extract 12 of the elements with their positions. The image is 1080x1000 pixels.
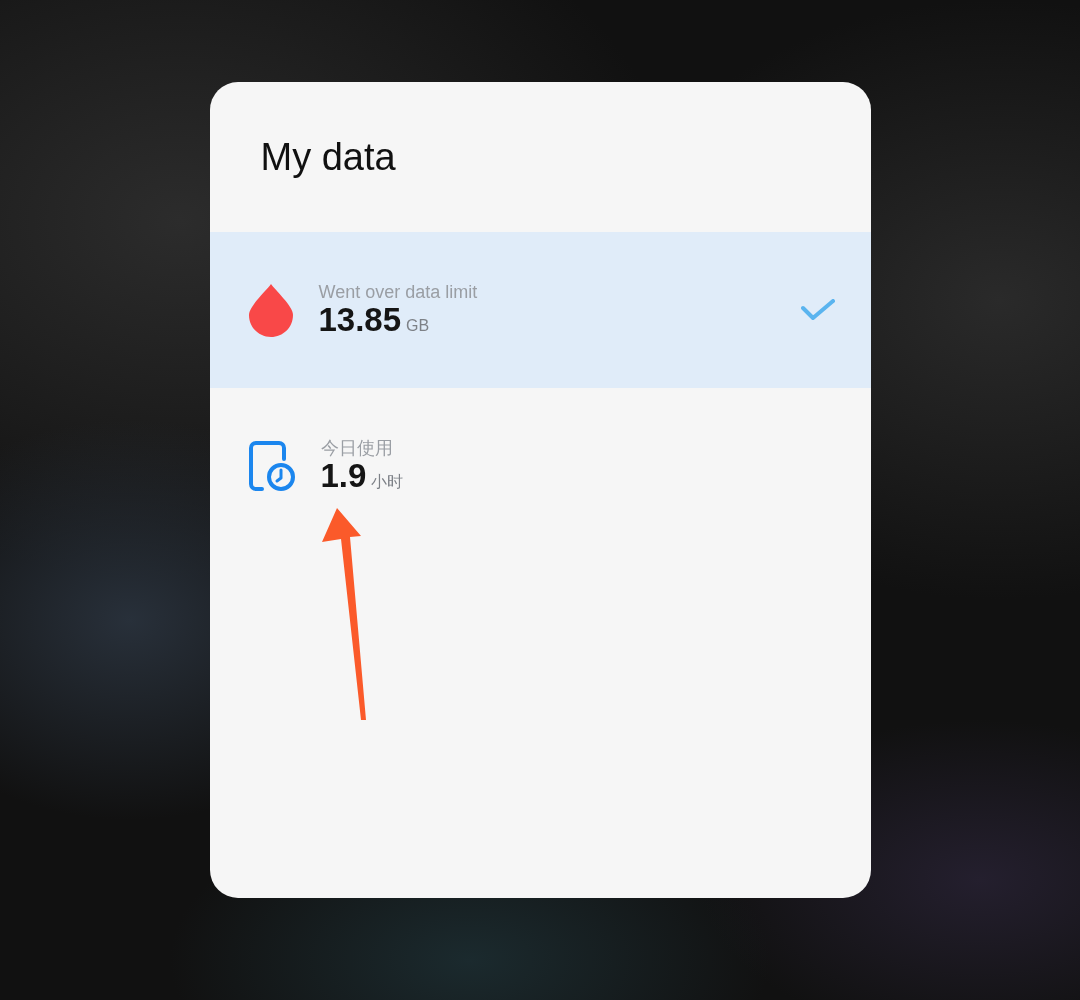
drop-icon [248,283,293,337]
list-item[interactable]: Went over data limit 13.85 GB [209,232,871,388]
item-label: 今日使用 [320,437,393,460]
item-unit: 小时 [371,472,404,493]
list-item[interactable]: 今日使用 1.9 小时 [209,388,871,544]
phone-clock-icon [248,441,295,491]
checkmark-icon [800,299,835,321]
dialog-title: My data [260,138,396,176]
item-label: Went over data limit [318,281,478,304]
item-value: 1.9 [320,459,367,494]
item-unit: GB [406,316,430,337]
item-value: 13.85 [318,303,402,338]
